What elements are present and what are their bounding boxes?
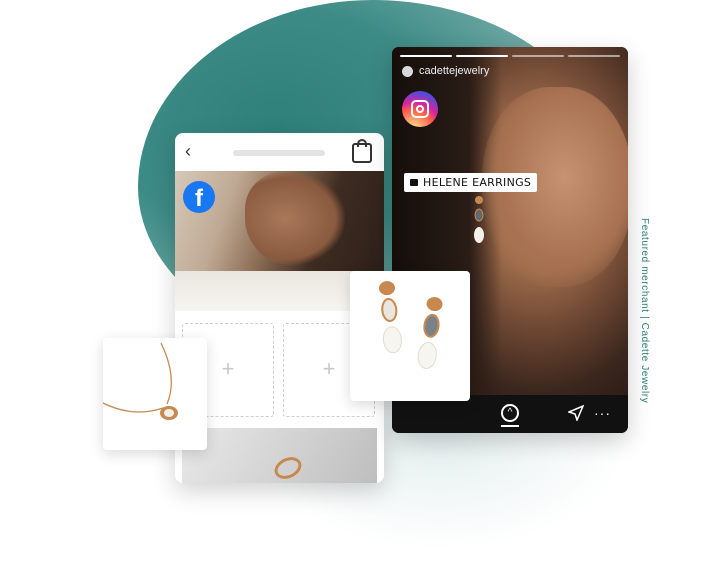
instagram-logo-icon [402, 91, 438, 127]
send-icon[interactable] [568, 405, 584, 421]
necklace-product-card[interactable] [102, 338, 207, 450]
shopping-bag-icon[interactable] [352, 139, 372, 163]
facebook-logo-icon: f [183, 181, 215, 213]
earrings-image [379, 281, 443, 369]
avatar [402, 65, 413, 77]
username: cadettejewelry [419, 65, 490, 77]
product-tag-label: HELENE EARRINGS [423, 176, 532, 189]
story-progress [400, 55, 620, 57]
progress-segment [456, 55, 508, 57]
progress-segment [568, 55, 620, 57]
back-arrow-icon[interactable]: ‹ [185, 141, 191, 162]
progress-segment [512, 55, 564, 57]
shop-header: ‹ [175, 133, 384, 171]
swipe-up-underline [501, 425, 519, 427]
model-face [245, 171, 345, 266]
swipe-up-icon[interactable]: ^ [501, 404, 519, 422]
product-tag[interactable]: HELENE EARRINGS [404, 173, 538, 192]
search-bar[interactable] [233, 150, 325, 156]
camera-glyph [411, 100, 429, 118]
necklace-image [102, 342, 178, 420]
ring-image [271, 453, 305, 483]
earring-image [474, 196, 484, 243]
story-user[interactable]: cadettejewelry [402, 65, 489, 77]
product-photo-ring[interactable] [182, 428, 377, 483]
more-icon[interactable]: ··· [594, 405, 611, 421]
progress-segment [400, 55, 452, 57]
shopping-bag-icon [410, 179, 418, 186]
featured-merchant-caption: Featured merchant | Cadette Jewelry [639, 218, 650, 404]
earrings-product-card[interactable] [350, 271, 470, 401]
